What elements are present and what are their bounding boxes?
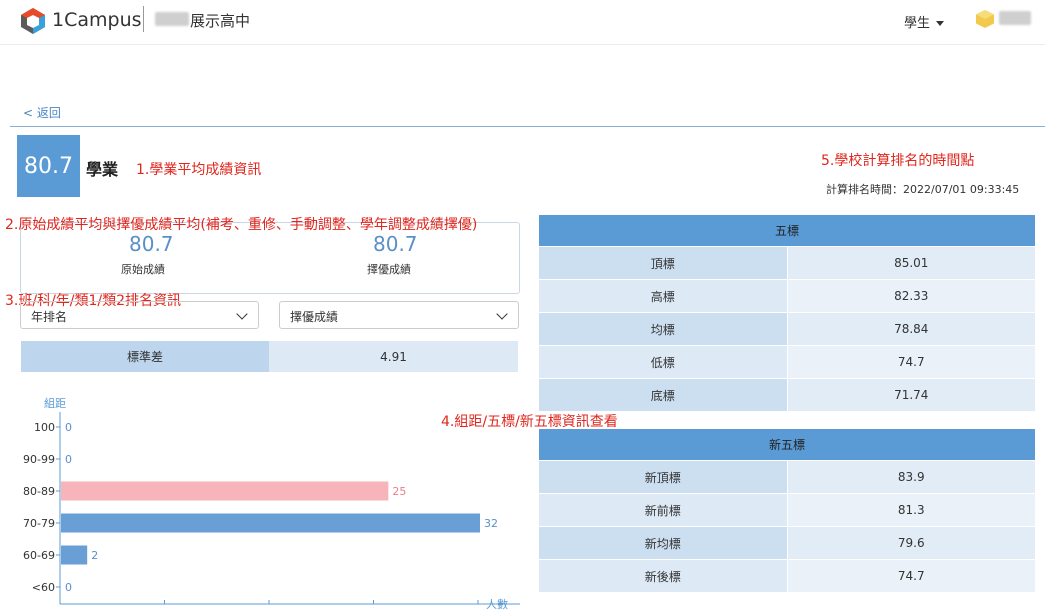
campus-logo-icon[interactable] bbox=[18, 6, 48, 36]
mark-name: 頂標 bbox=[539, 247, 788, 279]
new-five-marks-table: 新五標 新頂標 83.9 新前標 81.3 新均標 79.6 新後標 74.7 bbox=[539, 429, 1035, 592]
annotation-1: 1.學業平均成績資訊 bbox=[136, 162, 262, 178]
original-average-label: 原始成績 bbox=[121, 263, 165, 276]
bar-value-label: 32 bbox=[484, 517, 498, 530]
average-score-badge: 80.7 bbox=[17, 135, 80, 197]
best-average-label: 擇優成績 bbox=[367, 263, 411, 276]
table-row: 均標 78.84 bbox=[539, 312, 1035, 345]
std-dev-label: 標準差 bbox=[21, 341, 269, 372]
category-label: 60-69 bbox=[23, 549, 55, 562]
user-avatar-icon[interactable] bbox=[974, 8, 996, 30]
original-average-value: 80.7 bbox=[129, 232, 174, 256]
mark-value: 85.01 bbox=[787, 247, 1035, 279]
mark-name: 新後標 bbox=[539, 560, 788, 592]
mark-value: 83.9 bbox=[787, 461, 1035, 493]
mark-name: 高標 bbox=[539, 280, 788, 312]
category-label: 70-79 bbox=[23, 517, 55, 530]
table-row: 新前標 81.3 bbox=[539, 493, 1035, 526]
table-row: 頂標 85.01 bbox=[539, 246, 1035, 279]
mark-value: 82.33 bbox=[787, 280, 1035, 312]
mark-name: 新頂標 bbox=[539, 461, 788, 493]
bar-value-label: 0 bbox=[65, 421, 72, 434]
table-row: 底標 71.74 bbox=[539, 378, 1035, 411]
username-redacted bbox=[999, 11, 1031, 25]
table-row: 新均標 79.6 bbox=[539, 526, 1035, 559]
bar bbox=[61, 545, 88, 565]
category-label: 100 bbox=[34, 421, 55, 434]
score-type-value: 擇優成績 bbox=[290, 310, 339, 324]
category-label: 80-89 bbox=[23, 485, 55, 498]
table-row: 高標 82.33 bbox=[539, 279, 1035, 312]
annotation-2: 2.原始成績平均與擇優成績平均(補考、重修、手動調整、學年調整成績擇優) bbox=[5, 217, 478, 233]
rank-calc-time: 計算排名時間：2022/07/01 09:33:45 bbox=[826, 183, 1020, 196]
chevron-down-icon bbox=[496, 308, 508, 320]
bar-value-label: 25 bbox=[392, 485, 406, 498]
mark-name: 低標 bbox=[539, 346, 788, 378]
mark-name: 新均標 bbox=[539, 527, 788, 559]
caret-down-icon bbox=[936, 21, 945, 26]
bar-value-label: 0 bbox=[65, 581, 72, 594]
chevron-down-icon bbox=[236, 308, 248, 320]
section-divider bbox=[10, 126, 1045, 127]
table-row: 低標 74.7 bbox=[539, 345, 1035, 378]
subject-label: 學業 bbox=[86, 160, 119, 179]
mark-value: 81.3 bbox=[787, 494, 1035, 526]
bar-value-label: 2 bbox=[91, 549, 98, 562]
mark-value: 74.7 bbox=[787, 346, 1035, 378]
bar bbox=[61, 481, 389, 501]
new-five-marks-title: 新五標 bbox=[539, 429, 1035, 460]
bar-value-label: 0 bbox=[65, 453, 72, 466]
annotation-5: 5.學校計算排名的時間點 bbox=[821, 153, 975, 169]
best-average-value: 80.7 bbox=[373, 232, 418, 256]
header-divider bbox=[143, 6, 144, 32]
mark-name: 新前標 bbox=[539, 494, 788, 526]
annotation-4: 4.組距/五標/新五標資訊查看 bbox=[441, 414, 618, 430]
mark-value: 74.7 bbox=[787, 560, 1035, 592]
table-row: 新頂標 83.9 bbox=[539, 460, 1035, 493]
five-marks-title: 五標 bbox=[539, 215, 1035, 246]
school-name-redacted bbox=[155, 12, 189, 26]
mark-value: 79.6 bbox=[787, 527, 1035, 559]
bar bbox=[61, 513, 480, 533]
rank-type-value: 年排名 bbox=[31, 310, 68, 324]
mark-value: 78.84 bbox=[787, 313, 1035, 345]
mark-name: 底標 bbox=[539, 379, 788, 411]
brand-name[interactable]: 1Campus bbox=[52, 9, 142, 31]
mark-value: 71.74 bbox=[787, 379, 1035, 411]
role-dropdown[interactable]: 學生 bbox=[904, 12, 945, 31]
mark-name: 均標 bbox=[539, 313, 788, 345]
category-label: 90-99 bbox=[23, 453, 55, 466]
school-name: 展示高中 bbox=[190, 12, 251, 30]
y-axis-label: 組距 bbox=[44, 397, 66, 410]
score-type-select[interactable]: 擇優成績 bbox=[279, 301, 519, 329]
x-axis-label: 人數 bbox=[486, 598, 508, 611]
rank-type-select[interactable]: 年排名 bbox=[20, 301, 259, 329]
std-dev-value: 4.91 bbox=[269, 341, 518, 372]
table-row: 新後標 74.7 bbox=[539, 559, 1035, 592]
category-label: <60 bbox=[32, 581, 55, 594]
back-link[interactable]: < 返回 bbox=[23, 104, 61, 121]
five-marks-table: 五標 頂標 85.01 高標 82.33 均標 78.84 低標 74.7 底標 71.74 bbox=[539, 215, 1035, 411]
role-label: 學生 bbox=[904, 16, 931, 31]
